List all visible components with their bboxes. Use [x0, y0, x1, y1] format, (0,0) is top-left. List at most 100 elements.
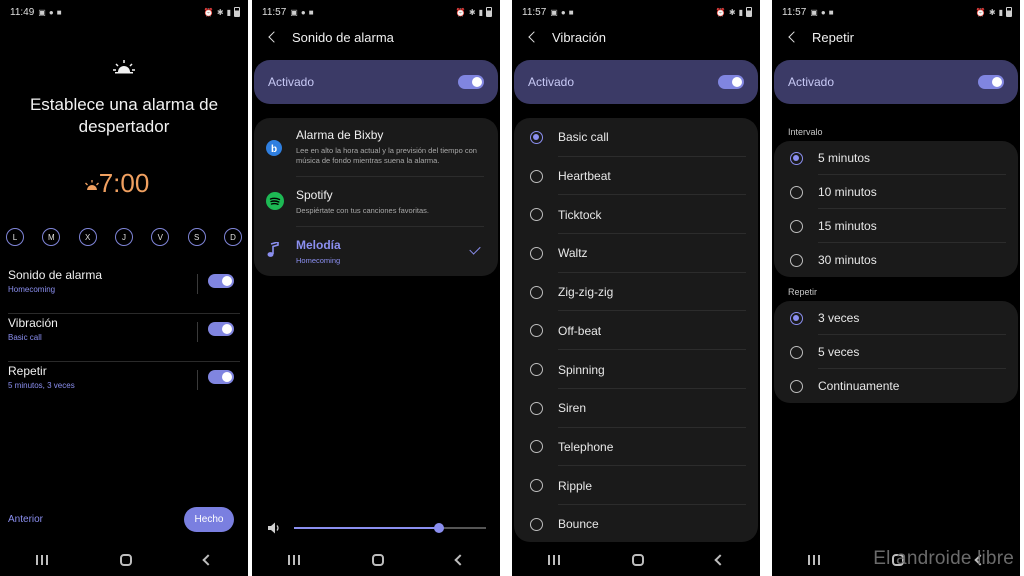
- radio-unselected-icon[interactable]: [530, 401, 543, 415]
- back-arrow-icon[interactable]: [268, 31, 280, 43]
- activado-bar[interactable]: Activado: [254, 60, 498, 104]
- recents-icon[interactable]: [548, 555, 560, 565]
- alarm-time-display[interactable]: 7:00: [0, 168, 248, 199]
- radio-option[interactable]: Bounce: [514, 505, 758, 544]
- radio-option[interactable]: Basic call: [514, 118, 758, 157]
- day-button[interactable]: S: [187, 228, 206, 246]
- radio-unselected-icon[interactable]: [790, 345, 803, 359]
- activado-toggle[interactable]: [458, 75, 484, 89]
- back-arrow-icon[interactable]: [788, 31, 800, 43]
- day-button[interactable]: J: [114, 228, 133, 246]
- activado-label: Activado: [788, 75, 835, 89]
- radio-option[interactable]: 5 minutos: [774, 141, 1018, 175]
- radio-option[interactable]: 30 minutos: [774, 243, 1018, 277]
- header: Repetir: [786, 28, 1012, 46]
- source-melodia[interactable]: Melodía Homecoming: [254, 238, 498, 272]
- radio-label: Basic call: [558, 130, 609, 145]
- day-button[interactable]: M: [42, 228, 61, 246]
- radio-option[interactable]: Heartbeat: [514, 157, 758, 196]
- radio-unselected-icon[interactable]: [530, 285, 543, 299]
- header: Vibración: [526, 28, 752, 46]
- day-button[interactable]: V: [151, 228, 170, 246]
- bluetooth-icon: ✱: [468, 7, 476, 17]
- bag-icon: ■: [308, 7, 314, 17]
- recents-icon[interactable]: [36, 555, 48, 565]
- radio-option[interactable]: Off-beat: [514, 312, 758, 351]
- radio-option[interactable]: 15 minutos: [774, 209, 1018, 243]
- radio-unselected-icon[interactable]: [530, 169, 543, 183]
- radio-option[interactable]: 3 veces: [774, 301, 1018, 335]
- setting-label: Vibración: [8, 316, 58, 330]
- radio-unselected-icon[interactable]: [530, 440, 543, 454]
- divider: [197, 322, 198, 342]
- radio-option[interactable]: 5 veces: [774, 335, 1018, 369]
- radio-option[interactable]: Siren: [514, 389, 758, 428]
- volume-fill: [294, 527, 439, 529]
- source-bixby[interactable]: b Alarma de Bixby Lee en alto la hora ac…: [254, 128, 498, 174]
- nav-bar: [512, 544, 760, 576]
- back-icon[interactable]: [714, 554, 726, 566]
- radio-option[interactable]: Zig-zig-zig: [514, 273, 758, 312]
- radio-option[interactable]: Spinning: [514, 350, 758, 389]
- radio-option[interactable]: Waltz: [514, 234, 758, 273]
- check-icon: [469, 243, 481, 255]
- page-title: Repetir: [812, 29, 854, 45]
- radio-option[interactable]: Continuamente: [774, 369, 1018, 403]
- gallery-icon: ▣: [38, 7, 46, 17]
- setting-repeat[interactable]: Repetir 5 minutos, 3 veces: [8, 364, 234, 404]
- radio-unselected-icon[interactable]: [530, 208, 543, 222]
- radio-unselected-icon[interactable]: [530, 324, 543, 338]
- watermark: El androide libre: [873, 548, 1014, 569]
- radio-unselected-icon[interactable]: [790, 379, 803, 393]
- recents-icon[interactable]: [288, 555, 300, 565]
- vibration-toggle[interactable]: [208, 322, 234, 336]
- back-icon[interactable]: [454, 554, 466, 566]
- activado-toggle[interactable]: [718, 75, 744, 89]
- activado-bar[interactable]: Activado: [774, 60, 1018, 104]
- gallery-icon: ▣: [550, 7, 558, 17]
- activado-bar[interactable]: Activado: [514, 60, 758, 104]
- section-label-interval: Intervalo: [788, 127, 823, 137]
- radio-unselected-icon[interactable]: [530, 246, 543, 260]
- volume-track[interactable]: [294, 523, 486, 533]
- radio-option[interactable]: Ticktock: [514, 195, 758, 235]
- day-button[interactable]: X: [78, 228, 97, 246]
- divider: [197, 370, 198, 390]
- home-icon[interactable]: [120, 554, 132, 566]
- day-button[interactable]: D: [223, 228, 242, 246]
- radio-unselected-icon[interactable]: [530, 479, 543, 493]
- repeat-toggle[interactable]: [208, 370, 234, 384]
- spotify-icon: [266, 192, 284, 215]
- radio-selected-icon[interactable]: [790, 151, 803, 165]
- volume-thumb[interactable]: [433, 523, 444, 533]
- volume-slider[interactable]: [268, 520, 486, 536]
- radio-unselected-icon[interactable]: [530, 363, 543, 377]
- radio-option[interactable]: Telephone: [514, 428, 758, 467]
- radio-option[interactable]: Ripple: [514, 466, 758, 505]
- radio-selected-icon[interactable]: [790, 311, 803, 325]
- home-icon[interactable]: [632, 554, 644, 566]
- source-spotify[interactable]: Spotify Despiértate con tus canciones fa…: [254, 188, 498, 224]
- day-button[interactable]: L: [6, 228, 24, 246]
- previous-button[interactable]: Anterior: [8, 514, 43, 525]
- radio-unselected-icon[interactable]: [790, 253, 803, 267]
- back-arrow-icon[interactable]: [528, 31, 540, 43]
- header: Sonido de alarma: [266, 28, 492, 46]
- section-label-repeat: Repetir: [788, 287, 818, 297]
- alarm-sound-toggle[interactable]: [208, 274, 234, 288]
- radio-unselected-icon[interactable]: [790, 219, 803, 233]
- back-icon[interactable]: [202, 554, 214, 566]
- setting-alarm-sound[interactable]: Sonido de alarma Homecoming: [8, 268, 240, 314]
- setting-vibration[interactable]: Vibración Basic call: [8, 316, 240, 362]
- radio-selected-icon[interactable]: [530, 130, 543, 144]
- page-title: Sonido de alarma: [292, 29, 394, 45]
- sunrise-icon: [0, 60, 248, 79]
- activado-toggle[interactable]: [978, 75, 1004, 89]
- bixby-icon: b: [266, 140, 282, 161]
- radio-unselected-icon[interactable]: [790, 185, 803, 199]
- radio-option[interactable]: 10 minutos: [774, 175, 1018, 209]
- done-button[interactable]: Hecho: [184, 507, 234, 532]
- home-icon[interactable]: [372, 554, 384, 566]
- recents-icon[interactable]: [808, 555, 820, 565]
- radio-unselected-icon[interactable]: [530, 517, 543, 531]
